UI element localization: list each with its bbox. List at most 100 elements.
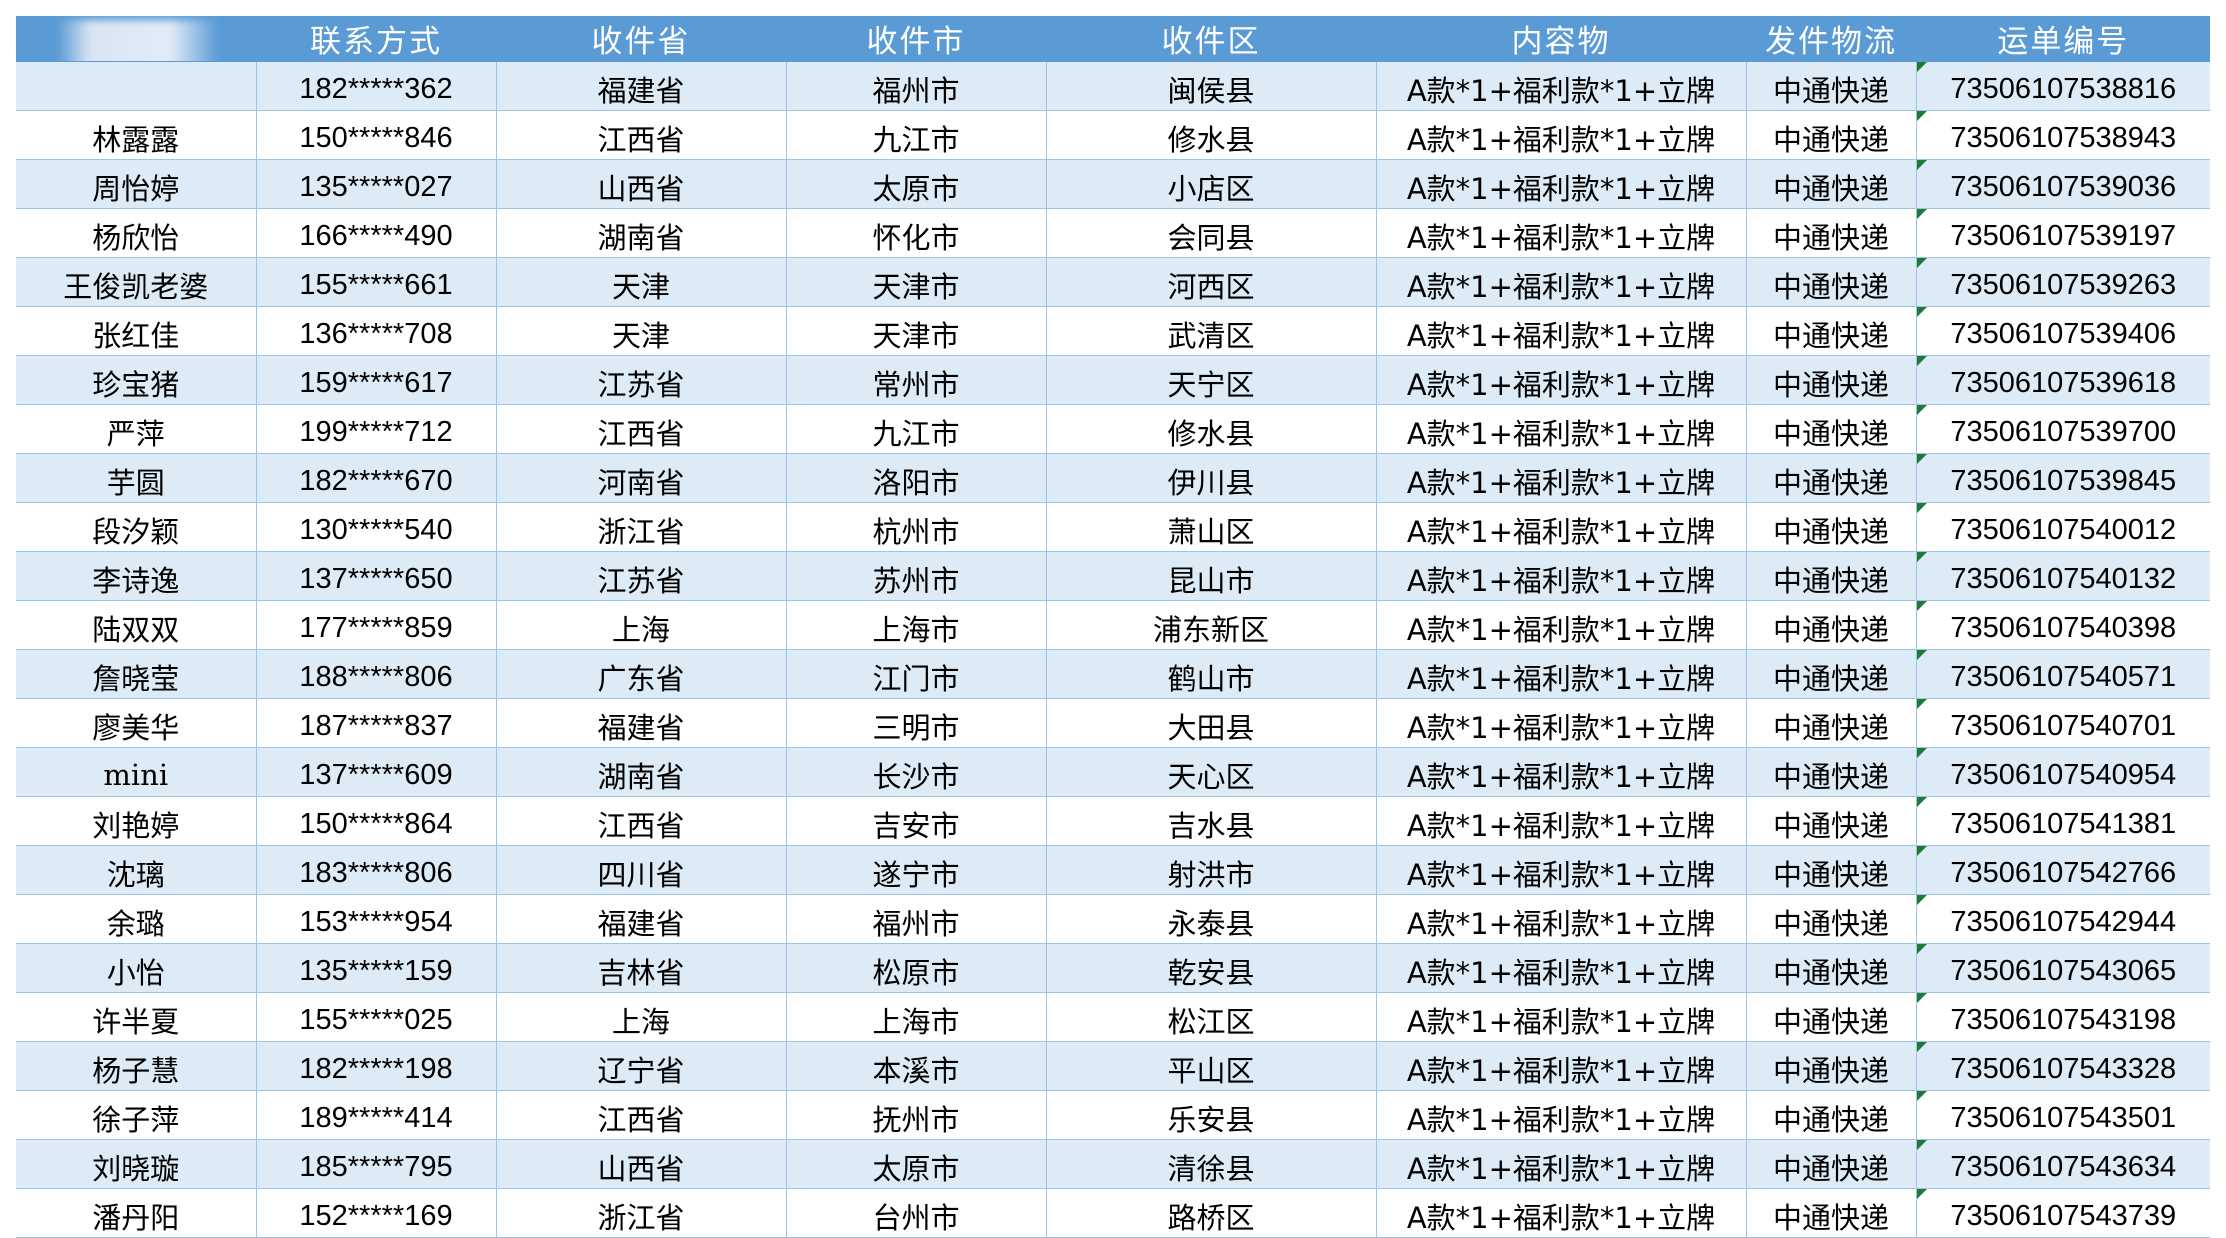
header-tracking[interactable]: 运单编号 <box>1916 16 2210 62</box>
name-cell[interactable]: 李诗逸 <box>16 551 257 601</box>
province-cell[interactable]: 山西省 <box>496 1139 787 1189</box>
district-cell[interactable]: 修水县 <box>1046 110 1377 160</box>
courier-cell[interactable]: 中通快递 <box>1746 992 1917 1042</box>
courier-cell[interactable]: 中通快递 <box>1746 110 1917 160</box>
city-cell[interactable]: 吉安市 <box>786 796 1047 846</box>
tracking-cell[interactable]: 73506107543501 <box>1916 1090 2210 1140</box>
name-cell[interactable]: 严萍 <box>16 404 257 454</box>
courier-cell[interactable]: 中通快递 <box>1746 1188 1917 1238</box>
contact-cell[interactable]: 135*****027 <box>256 159 497 209</box>
courier-cell[interactable]: 中通快递 <box>1746 61 1917 111</box>
province-cell[interactable]: 江苏省 <box>496 551 787 601</box>
header-city[interactable]: 收件市 <box>786 16 1047 62</box>
province-cell[interactable]: 江西省 <box>496 1090 787 1140</box>
province-cell[interactable]: 广东省 <box>496 649 787 699</box>
courier-cell[interactable]: 中通快递 <box>1746 796 1917 846</box>
district-cell[interactable]: 武清区 <box>1046 306 1377 356</box>
name-cell[interactable] <box>16 61 257 111</box>
district-cell[interactable]: 射洪市 <box>1046 845 1377 895</box>
contents-cell[interactable]: A款*1+福利款*1+立牌 <box>1376 208 1747 258</box>
courier-cell[interactable]: 中通快递 <box>1746 845 1917 895</box>
district-cell[interactable]: 鹤山市 <box>1046 649 1377 699</box>
courier-cell[interactable]: 中通快递 <box>1746 551 1917 601</box>
province-cell[interactable]: 浙江省 <box>496 502 787 552</box>
contact-cell[interactable]: 166*****490 <box>256 208 497 258</box>
contact-cell[interactable]: 199*****712 <box>256 404 497 454</box>
province-cell[interactable]: 上海 <box>496 992 787 1042</box>
contents-cell[interactable]: A款*1+福利款*1+立牌 <box>1376 1188 1747 1238</box>
name-cell[interactable]: 芋圆 <box>16 453 257 503</box>
tracking-cell[interactable]: 73506107542766 <box>1916 845 2210 895</box>
tracking-cell[interactable]: 73506107540398 <box>1916 600 2210 650</box>
header-contents[interactable]: 内容物 <box>1376 16 1747 62</box>
city-cell[interactable]: 九江市 <box>786 110 1047 160</box>
city-cell[interactable]: 抚州市 <box>786 1090 1047 1140</box>
city-cell[interactable]: 太原市 <box>786 1139 1047 1189</box>
name-cell[interactable]: 林露露 <box>16 110 257 160</box>
province-cell[interactable]: 江西省 <box>496 796 787 846</box>
tracking-cell[interactable]: 73506107540571 <box>1916 649 2210 699</box>
city-cell[interactable]: 天津市 <box>786 257 1047 307</box>
district-cell[interactable]: 乾安县 <box>1046 943 1377 993</box>
city-cell[interactable]: 怀化市 <box>786 208 1047 258</box>
province-cell[interactable]: 山西省 <box>496 159 787 209</box>
contact-cell[interactable]: 155*****661 <box>256 257 497 307</box>
city-cell[interactable]: 三明市 <box>786 698 1047 748</box>
name-cell[interactable]: 徐子萍 <box>16 1090 257 1140</box>
contact-cell[interactable]: 150*****846 <box>256 110 497 160</box>
contact-cell[interactable]: 159*****617 <box>256 355 497 405</box>
contact-cell[interactable]: 185*****795 <box>256 1139 497 1189</box>
contact-cell[interactable]: 182*****198 <box>256 1041 497 1091</box>
tracking-cell[interactable]: 73506107543328 <box>1916 1041 2210 1091</box>
city-cell[interactable]: 松原市 <box>786 943 1047 993</box>
name-cell[interactable]: mini <box>16 747 257 797</box>
district-cell[interactable]: 昆山市 <box>1046 551 1377 601</box>
province-cell[interactable]: 福建省 <box>496 894 787 944</box>
name-cell[interactable]: 刘艳婷 <box>16 796 257 846</box>
city-cell[interactable]: 福州市 <box>786 61 1047 111</box>
tracking-cell[interactable]: 73506107538816 <box>1916 61 2210 111</box>
province-cell[interactable]: 江西省 <box>496 404 787 454</box>
courier-cell[interactable]: 中通快递 <box>1746 1090 1917 1140</box>
contents-cell[interactable]: A款*1+福利款*1+立牌 <box>1376 110 1747 160</box>
contents-cell[interactable]: A款*1+福利款*1+立牌 <box>1376 845 1747 895</box>
district-cell[interactable]: 平山区 <box>1046 1041 1377 1091</box>
contents-cell[interactable]: A款*1+福利款*1+立牌 <box>1376 159 1747 209</box>
courier-cell[interactable]: 中通快递 <box>1746 208 1917 258</box>
contents-cell[interactable]: A款*1+福利款*1+立牌 <box>1376 355 1747 405</box>
name-cell[interactable]: 珍宝猪 <box>16 355 257 405</box>
city-cell[interactable]: 江门市 <box>786 649 1047 699</box>
courier-cell[interactable]: 中通快递 <box>1746 1139 1917 1189</box>
contents-cell[interactable]: A款*1+福利款*1+立牌 <box>1376 600 1747 650</box>
district-cell[interactable]: 会同县 <box>1046 208 1377 258</box>
courier-cell[interactable]: 中通快递 <box>1746 453 1917 503</box>
province-cell[interactable]: 湖南省 <box>496 208 787 258</box>
province-cell[interactable]: 河南省 <box>496 453 787 503</box>
name-cell[interactable]: 廖美华 <box>16 698 257 748</box>
name-cell[interactable]: 段汐颖 <box>16 502 257 552</box>
province-cell[interactable]: 四川省 <box>496 845 787 895</box>
tracking-cell[interactable]: 73506107539036 <box>1916 159 2210 209</box>
tracking-cell[interactable]: 73506107538943 <box>1916 110 2210 160</box>
tracking-cell[interactable]: 73506107543065 <box>1916 943 2210 993</box>
tracking-cell[interactable]: 73506107541381 <box>1916 796 2210 846</box>
header-province[interactable]: 收件省 <box>496 16 787 62</box>
contact-cell[interactable]: 182*****362 <box>256 61 497 111</box>
city-cell[interactable]: 遂宁市 <box>786 845 1047 895</box>
district-cell[interactable]: 松江区 <box>1046 992 1377 1042</box>
name-cell[interactable]: 王俊凯老婆 <box>16 257 257 307</box>
name-cell[interactable]: 陆双双 <box>16 600 257 650</box>
courier-cell[interactable]: 中通快递 <box>1746 698 1917 748</box>
province-cell[interactable]: 福建省 <box>496 698 787 748</box>
province-cell[interactable]: 江苏省 <box>496 355 787 405</box>
province-cell[interactable]: 上海 <box>496 600 787 650</box>
district-cell[interactable]: 天心区 <box>1046 747 1377 797</box>
district-cell[interactable]: 河西区 <box>1046 257 1377 307</box>
tracking-cell[interactable]: 73506107539197 <box>1916 208 2210 258</box>
courier-cell[interactable]: 中通快递 <box>1746 502 1917 552</box>
city-cell[interactable]: 太原市 <box>786 159 1047 209</box>
tracking-cell[interactable]: 73506107540954 <box>1916 747 2210 797</box>
contact-cell[interactable]: 187*****837 <box>256 698 497 748</box>
city-cell[interactable]: 九江市 <box>786 404 1047 454</box>
name-cell[interactable]: 杨欣怡 <box>16 208 257 258</box>
